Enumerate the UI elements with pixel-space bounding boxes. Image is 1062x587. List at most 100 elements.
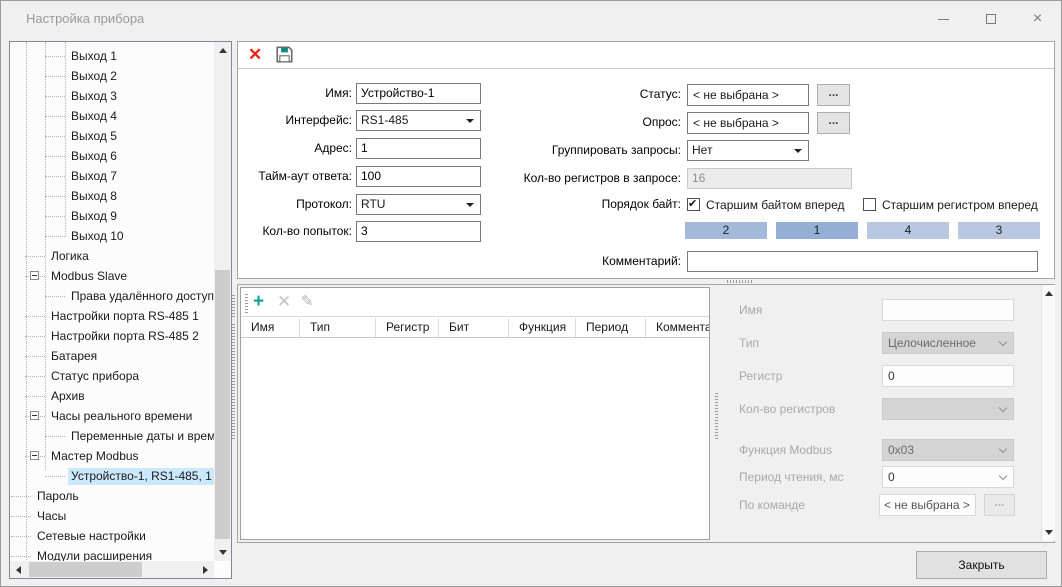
tree-item-output-2[interactable]: Выход 2 (10, 66, 214, 86)
collapse-icon[interactable] (30, 411, 39, 420)
tree-item-output-9[interactable]: Выход 9 (10, 206, 214, 226)
tree-item-expansion-modules[interactable]: Модули расширения (10, 546, 214, 561)
window-controls: × (920, 1, 1061, 37)
comment-field[interactable] (687, 251, 1038, 272)
splitter-grip[interactable] (232, 293, 235, 317)
column-header-register[interactable]: Регистр (376, 318, 439, 337)
scrollbar-thumb[interactable] (215, 270, 230, 539)
save-icon[interactable] (276, 46, 293, 66)
tree-item-output-8[interactable]: Выход 8 (10, 186, 214, 206)
column-header-bit[interactable]: Бит (439, 318, 509, 337)
detail-modbus-function-select: 0x03 (882, 439, 1014, 461)
byte-order-msb-checkbox[interactable] (687, 198, 700, 211)
splitter-grip[interactable] (727, 280, 753, 283)
tree-item-rtc[interactable]: Часы реального времени (10, 406, 214, 426)
protocol-label: Протокол: (240, 194, 352, 215)
column-header-function[interactable]: Функция (509, 318, 576, 337)
column-header-comment[interactable]: Комментарий (646, 318, 709, 337)
byte-order-box-3: 3 (958, 222, 1040, 239)
registers-per-request-label: Кол-во регистров в запросе: (338, 168, 681, 189)
poll-picker[interactable]: < не выбрана > (687, 112, 809, 134)
detail-type-label: Тип (739, 332, 759, 354)
detail-read-period-combo: 0 (882, 466, 1014, 488)
column-header-period[interactable]: Период (576, 318, 646, 337)
tree-item-archive[interactable]: Архив (10, 386, 214, 406)
tree-item-device-1-selected[interactable]: Устройство-1, RS1-485, 1 (10, 466, 214, 486)
maximize-button[interactable] (967, 1, 1014, 37)
variable-detail-panel: Имя Тип Целочисленное Регистр 0 Кол-во р… (722, 286, 1041, 542)
chevron-down-icon (794, 149, 802, 153)
scroll-up-button[interactable] (1040, 285, 1057, 302)
column-header-name[interactable]: Имя (241, 318, 300, 337)
tree-item-output-3[interactable]: Выход 3 (10, 86, 214, 106)
add-variable-icon[interactable]: + (253, 291, 264, 313)
scroll-left-button[interactable] (10, 561, 27, 578)
splitter-grip[interactable] (715, 393, 718, 439)
tree-item-clock[interactable]: Часы (10, 506, 214, 526)
column-header-type[interactable]: Тип (300, 318, 376, 337)
scroll-right-button[interactable] (197, 561, 214, 578)
close-button[interactable]: × (1014, 1, 1061, 37)
triangle-left-icon (16, 566, 21, 574)
tree-item-port-rs485-1[interactable]: Настройки порта RS-485 1 (10, 306, 214, 326)
tree-item-port-rs485-2[interactable]: Настройки порта RS-485 2 (10, 326, 214, 346)
close-icon: × (1033, 11, 1042, 27)
minimize-button[interactable] (920, 1, 967, 37)
tree-item-remote-access-rights[interactable]: Права удалённого доступ (10, 286, 214, 306)
status-browse-button[interactable]: ... (817, 84, 850, 106)
triangle-down-icon (1045, 530, 1053, 535)
variables-table-body[interactable] (241, 339, 709, 539)
variables-table-header: Имя Тип Регистр Бит Функция Период Комме… (241, 318, 709, 338)
status-label: Статус: (338, 84, 681, 105)
detail-register-label: Регистр (739, 365, 782, 387)
triangle-up-icon (219, 48, 227, 53)
tree-item-output-6[interactable]: Выход 6 (10, 146, 214, 166)
variables-toolbar: + ✕ ✎ (241, 288, 709, 317)
scroll-down-button[interactable] (214, 544, 231, 561)
name-label: Имя: (240, 83, 352, 104)
device-form: Имя: Устройство-1 Интерфейс: RS1-485 Адр… (238, 70, 1054, 278)
retries-field[interactable]: 3 (356, 221, 481, 242)
scrollbar-thumb[interactable] (29, 562, 142, 577)
collapse-icon[interactable] (30, 451, 39, 460)
tree-item-battery[interactable]: Батарея (10, 346, 214, 366)
title-bar: Настройка прибора × (1, 1, 1061, 37)
tree-item-password[interactable]: Пароль (10, 486, 214, 506)
tree-item-logic[interactable]: Логика (10, 246, 214, 266)
tree-item-modbus-slave[interactable]: Modbus Slave (10, 266, 214, 286)
byte-order-msb-label: Старшим байтом вперед (706, 198, 845, 213)
detail-register-count-select (882, 398, 1014, 420)
collapse-icon[interactable] (30, 271, 39, 280)
delete-variable-icon[interactable]: ✕ (277, 291, 291, 313)
splitter-grip[interactable] (232, 323, 235, 439)
tree-item-output-7[interactable]: Выход 7 (10, 166, 214, 186)
detail-name-field (882, 299, 1014, 321)
byte-order-box-2: 2 (685, 222, 767, 239)
tree-item-output-5[interactable]: Выход 5 (10, 126, 214, 146)
variables-panel: + ✕ ✎ Имя Тип Регистр Бит Функция Период… (237, 284, 1055, 543)
tree-vertical-scrollbar[interactable] (214, 42, 231, 561)
tree-item-output-1[interactable]: Выход 1 (10, 46, 214, 66)
chevron-down-icon (999, 404, 1007, 412)
chevron-down-icon (999, 338, 1007, 346)
tree-item-date-time-variables[interactable]: Переменные даты и врем (10, 426, 214, 446)
tree-item-network-settings[interactable]: Сетевые настройки (10, 526, 214, 546)
poll-browse-button[interactable]: ... (817, 112, 850, 134)
edit-variable-icon[interactable]: ✎ (301, 291, 314, 313)
byte-order-msr-checkbox[interactable] (863, 198, 876, 211)
toolbar-grip (245, 292, 248, 313)
chevron-down-icon (999, 472, 1007, 480)
tree-item-output-4[interactable]: Выход 4 (10, 106, 214, 126)
group-requests-select[interactable]: Нет (687, 140, 809, 161)
scroll-down-button[interactable] (1040, 524, 1057, 541)
tree-item-output-10[interactable]: Выход 10 (10, 226, 214, 246)
tree-item-device-status[interactable]: Статус прибора (10, 366, 214, 386)
tree-horizontal-scrollbar[interactable] (10, 561, 214, 578)
detail-vertical-scrollbar[interactable] (1041, 285, 1055, 541)
comment-label: Комментарий: (338, 251, 681, 272)
scroll-up-button[interactable] (214, 42, 231, 59)
delete-device-icon[interactable]: ✕ (248, 45, 262, 65)
close-dialog-button[interactable]: Закрыть (916, 551, 1047, 579)
status-picker[interactable]: < не выбрана > (687, 84, 809, 106)
tree-item-modbus-master[interactable]: Мастер Modbus (10, 446, 214, 466)
